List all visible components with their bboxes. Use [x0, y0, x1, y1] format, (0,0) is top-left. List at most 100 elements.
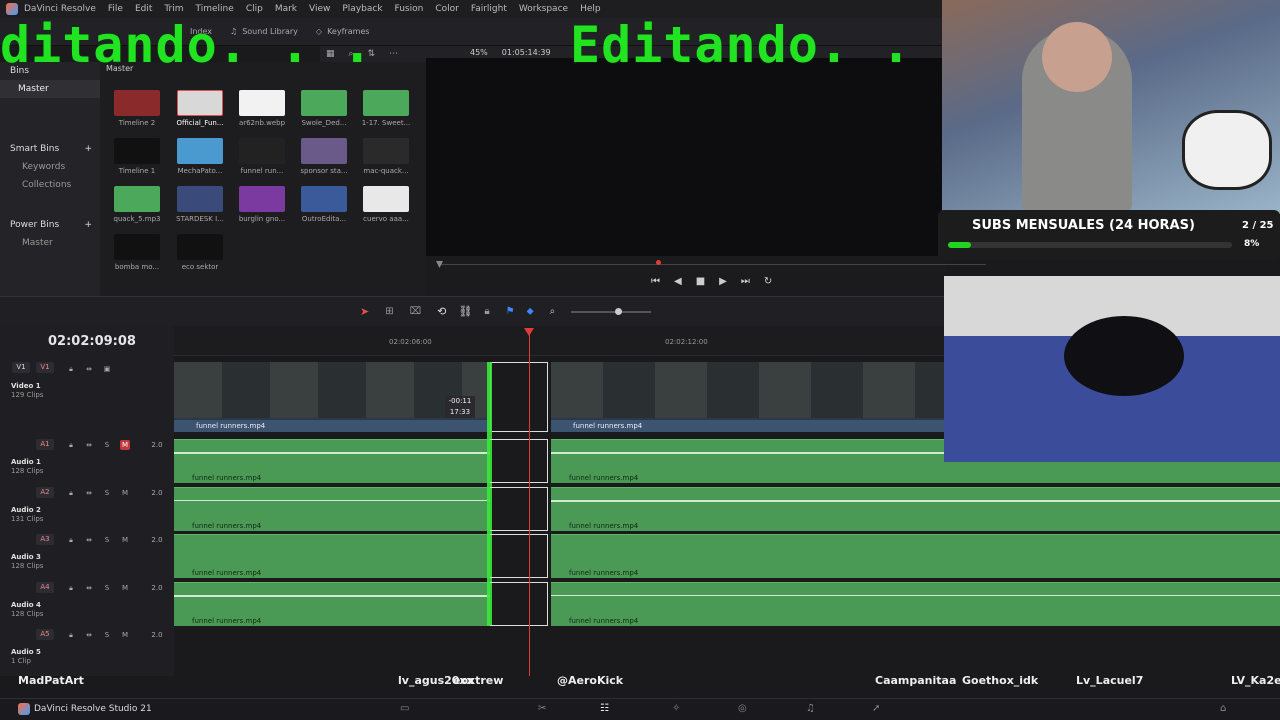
- media-item[interactable]: Official_Fun...: [175, 90, 225, 127]
- menu-trim[interactable]: Trim: [164, 4, 183, 14]
- lock-icon[interactable]: 🔒︎: [66, 583, 76, 593]
- skip-forward-icon[interactable]: ⏭: [741, 276, 750, 287]
- zoom-level[interactable]: 45%: [470, 48, 488, 57]
- fusion-page-icon[interactable]: ✧: [672, 703, 680, 714]
- menu-edit[interactable]: Edit: [135, 4, 152, 14]
- media-item[interactable]: funnel run...: [237, 138, 287, 175]
- track-id-badge[interactable]: A1: [36, 439, 54, 450]
- media-item[interactable]: MechaPato...: [175, 138, 225, 175]
- media-item[interactable]: OutroEdita...: [299, 186, 349, 223]
- mute-icon[interactable]: M: [120, 630, 130, 640]
- davinci-logo-icon[interactable]: [18, 703, 30, 715]
- menu-fairlight[interactable]: Fairlight: [471, 4, 507, 14]
- menu-workspace[interactable]: Workspace: [519, 4, 568, 14]
- timeline-playhead[interactable]: [529, 330, 530, 676]
- media-item[interactable]: 1-17. Sweet...: [361, 90, 411, 127]
- track-header-a2[interactable]: A2 🔒︎ ⇹ S M 2.0 Audio 2 131 Clips: [0, 487, 174, 533]
- auto-select-icon[interactable]: ⇹: [84, 583, 94, 593]
- mute-icon[interactable]: M: [120, 583, 130, 593]
- media-page-icon[interactable]: ▭: [400, 703, 409, 714]
- track-header-a5[interactable]: A5 🔒︎ ⇹ S M 2.0 Audio 5 1 Clip: [0, 629, 174, 669]
- source-track-badge[interactable]: V1: [12, 362, 30, 373]
- play-icon[interactable]: ▶: [719, 276, 727, 287]
- video-clip[interactable]: ⛓ funnel runners.mp4: [174, 362, 490, 432]
- auto-select-icon[interactable]: ⇹: [84, 488, 94, 498]
- menu-playback[interactable]: Playback: [342, 4, 382, 14]
- add-smart-bin-icon[interactable]: +: [84, 144, 92, 154]
- smart-bin-collections[interactable]: Collections: [0, 176, 100, 194]
- auto-select-icon[interactable]: ⇹: [84, 630, 94, 640]
- track-id-badge[interactable]: A3: [36, 534, 54, 545]
- media-item[interactable]: STARDESK I...: [175, 186, 225, 223]
- scrubber-playhead[interactable]: [656, 260, 661, 265]
- video-clip[interactable]: ⛓ funnel runners.mp4: [551, 362, 944, 432]
- lock-icon[interactable]: 🔒︎: [66, 535, 76, 545]
- lock-icon[interactable]: 🔒︎: [66, 630, 76, 640]
- media-item[interactable]: burglin gno...: [237, 186, 287, 223]
- auto-select-icon[interactable]: ⇹: [84, 440, 94, 450]
- audio-clip[interactable]: funnel runners.mp4: [174, 582, 490, 626]
- selection-tool-icon[interactable]: ➤: [360, 305, 369, 318]
- link-icon[interactable]: ⛓: [458, 305, 472, 318]
- snapping-icon[interactable]: ⟲: [437, 305, 446, 318]
- menu-help[interactable]: Help: [580, 4, 601, 14]
- bin-master[interactable]: Master: [0, 80, 100, 98]
- track-id-badge[interactable]: A5: [36, 629, 54, 640]
- audio-clip[interactable]: funnel runners.mp4: [551, 582, 1280, 626]
- trim-gap-region[interactable]: [490, 439, 548, 483]
- mute-icon[interactable]: M: [120, 440, 130, 450]
- trim-gap-region[interactable]: [490, 362, 548, 432]
- menu-clip[interactable]: Clip: [246, 4, 263, 14]
- track-header-a3[interactable]: A3 🔒︎ ⇹ S M 2.0 Audio 3 128 Clips: [0, 534, 174, 580]
- media-item[interactable]: quack_5.mp3: [112, 186, 162, 223]
- solo-icon[interactable]: S: [102, 535, 112, 545]
- media-item[interactable]: Timeline 1: [112, 138, 162, 175]
- menu-mark[interactable]: Mark: [275, 4, 297, 14]
- smart-bin-keywords[interactable]: Keywords: [0, 158, 100, 176]
- menu-fusion[interactable]: Fusion: [395, 4, 424, 14]
- zoom-slider[interactable]: [571, 307, 652, 315]
- media-item[interactable]: Swole_Ded...: [299, 90, 349, 127]
- home-icon[interactable]: ⌂: [1220, 703, 1226, 714]
- taskbar-app-label[interactable]: DaVinci Resolve Studio 21: [34, 704, 152, 714]
- zoom-icon[interactable]: ⌕: [550, 306, 556, 317]
- smart-bins-header[interactable]: Smart Bins +: [0, 140, 100, 158]
- track-header-a1[interactable]: A1 🔒︎ ⇹ S M 2.0 Audio 1 128 Clips: [0, 439, 174, 485]
- media-item[interactable]: Timeline 2: [112, 90, 162, 127]
- mute-icon[interactable]: M: [120, 535, 130, 545]
- audio-clip[interactable]: funnel runners.mp4: [174, 487, 490, 531]
- trim-gap-region[interactable]: [490, 582, 548, 626]
- audio-clip[interactable]: funnel runners.mp4: [551, 487, 1280, 531]
- trim-tool-icon[interactable]: ⊞: [385, 306, 393, 317]
- trim-gap-region[interactable]: [490, 534, 548, 578]
- menu-view[interactable]: View: [309, 4, 330, 14]
- play-reverse-icon[interactable]: ◀: [674, 276, 682, 287]
- scrubber-bar[interactable]: [440, 264, 986, 265]
- cut-page-icon[interactable]: ✂: [538, 703, 546, 714]
- color-page-icon[interactable]: ◎: [738, 703, 747, 714]
- flag-icon[interactable]: ⚑: [506, 306, 515, 317]
- media-item[interactable]: cuervo aaa...: [361, 186, 411, 223]
- menu-timeline[interactable]: Timeline: [196, 4, 234, 14]
- track-id-badge[interactable]: A4: [36, 582, 54, 593]
- solo-icon[interactable]: S: [102, 440, 112, 450]
- lock-icon[interactable]: 🔒︎: [484, 306, 489, 317]
- media-item[interactable]: mac-quack...: [361, 138, 411, 175]
- add-power-bin-icon[interactable]: +: [84, 220, 92, 230]
- skip-back-icon[interactable]: ⏮: [651, 276, 660, 287]
- lock-icon[interactable]: 🔒︎: [66, 440, 76, 450]
- media-item[interactable]: bomba mo...: [112, 234, 162, 271]
- more-options-icon[interactable]: ⋯: [389, 49, 398, 59]
- auto-select-icon[interactable]: ⇹: [84, 364, 94, 374]
- solo-icon[interactable]: S: [102, 583, 112, 593]
- fairlight-page-icon[interactable]: ♫: [806, 703, 815, 714]
- solo-icon[interactable]: S: [102, 630, 112, 640]
- edit-page-icon[interactable]: ☷: [600, 703, 609, 714]
- solo-icon[interactable]: S: [102, 488, 112, 498]
- loop-icon[interactable]: ↻: [764, 276, 772, 287]
- media-item[interactable]: eco sektor: [175, 234, 225, 271]
- media-item[interactable]: ar62nb.webp: [237, 90, 287, 127]
- menu-color[interactable]: Color: [435, 4, 459, 14]
- zoom-slider-thumb[interactable]: [615, 307, 623, 315]
- power-bin-master[interactable]: Master: [0, 234, 100, 252]
